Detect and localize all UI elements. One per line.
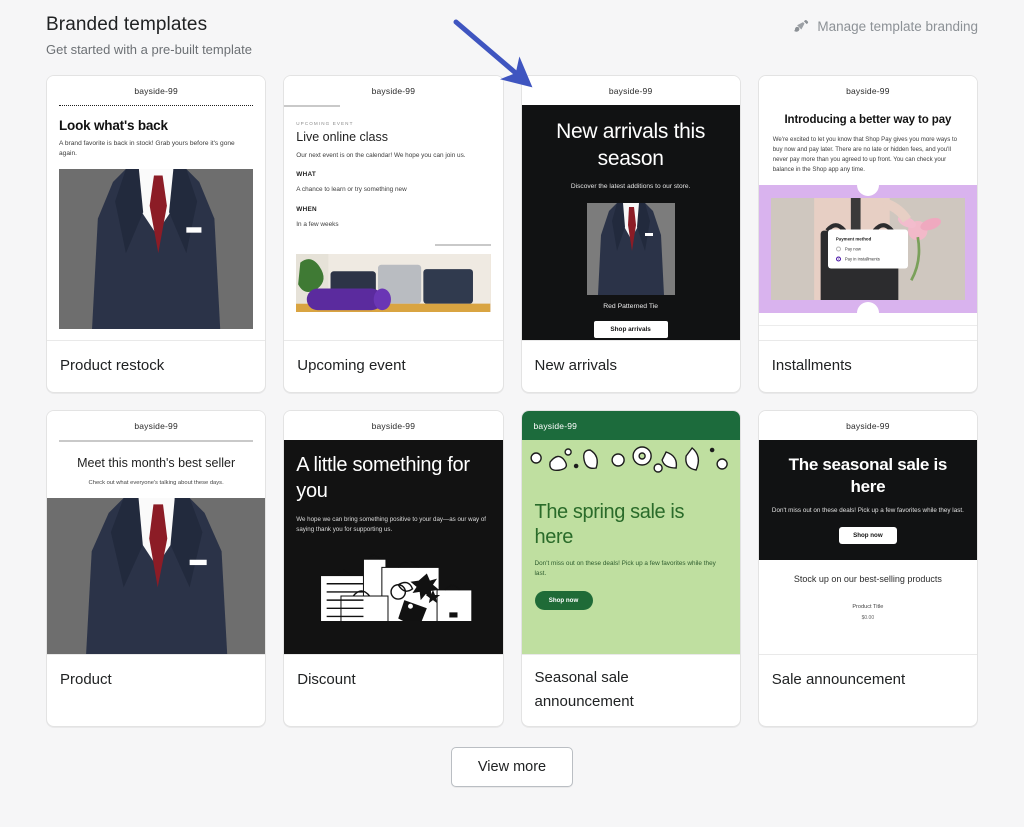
- shop-now-button[interactable]: Shop now: [535, 591, 593, 610]
- page-header: Branded templates Get started with a pre…: [46, 0, 978, 57]
- template-label: Product: [47, 654, 265, 706]
- brand-name: bayside-99: [284, 411, 502, 440]
- template-heading: A little something for you: [296, 452, 490, 504]
- template-card-product[interactable]: bayside-99 Meet this month's best seller…: [46, 410, 266, 727]
- template-card-seasonal-sale-announcement[interactable]: bayside-99: [521, 410, 741, 727]
- what-value: A chance to learn or try something new: [284, 178, 502, 195]
- template-card-installments[interactable]: bayside-99 Introducing a better way to p…: [758, 75, 978, 393]
- template-heading: Live online class: [284, 126, 502, 144]
- branded-templates-page: Branded templates Get started with a pre…: [0, 0, 1024, 827]
- product-price: $0.00: [759, 610, 977, 621]
- product-caption: Red Patterned Tie: [532, 303, 730, 310]
- template-label: Seasonal sale announcement: [522, 654, 740, 726]
- payment-option-pay-in-installments[interactable]: Pay in installments: [836, 257, 900, 262]
- brand-name: bayside-99: [284, 76, 502, 105]
- scallop-notch-top: [857, 185, 879, 196]
- purple-panel: Payment method Pay now Pay in installmen…: [759, 185, 977, 313]
- shop-now-button[interactable]: Shop now: [839, 527, 897, 544]
- floral-top-decoration: [522, 444, 740, 480]
- lifestyle-photo: Payment method Pay now Pay in installmen…: [771, 198, 965, 300]
- template-card-new-arrivals[interactable]: bayside-99 New arrivals this season Disc…: [521, 75, 741, 393]
- footer-divider: [759, 325, 977, 326]
- cushions-photo: [296, 254, 490, 312]
- template-heading: The spring sale is here: [522, 500, 740, 549]
- shop-arrivals-button[interactable]: Shop arrivals: [594, 321, 668, 338]
- template-preview: bayside-99: [522, 411, 740, 654]
- template-card-discount[interactable]: bayside-99 A little something for you We…: [283, 410, 503, 727]
- template-heading: New arrivals this season: [532, 119, 730, 173]
- template-body: We hope we can bring something positive …: [296, 515, 490, 535]
- product-photo: [587, 203, 675, 295]
- template-card-sale-announcement[interactable]: bayside-99 The seasonal sale is here Don…: [758, 410, 978, 727]
- template-body: Discover the latest additions to our sto…: [532, 183, 730, 190]
- divider-rule: [59, 440, 253, 441]
- paint-brush-icon: [793, 18, 810, 35]
- template-preview: bayside-99 Meet this month's best seller…: [47, 411, 265, 654]
- template-heading: Introducing a better way to pay: [759, 105, 977, 126]
- radio-selected-icon: [836, 257, 841, 262]
- payment-method-card: Payment method Pay now Pay in installmen…: [828, 230, 908, 269]
- template-preview: bayside-99 UPCOMING EVENT Live online cl…: [284, 76, 502, 340]
- template-preview: bayside-99 Introducing a better way to p…: [759, 76, 977, 340]
- template-heading: The seasonal sale is here: [771, 454, 965, 497]
- brand-name: bayside-99: [522, 76, 740, 105]
- template-label: Sale announcement: [759, 654, 977, 706]
- page-subtitle: Get started with a pre-built template: [46, 42, 252, 57]
- header-text-group: Branded templates Get started with a pre…: [46, 14, 252, 57]
- template-subheading: Stock up on our best-selling products: [759, 560, 977, 586]
- template-preview: bayside-99 A little something for you We…: [284, 411, 502, 654]
- payment-card-title: Payment method: [836, 237, 900, 242]
- template-body: We're excited to let you know that Shop …: [759, 126, 977, 174]
- payment-option-pay-now[interactable]: Pay now: [836, 247, 900, 252]
- manage-template-branding-link[interactable]: Manage template branding: [793, 14, 978, 35]
- template-body: A brand favorite is back in stock! Grab …: [47, 133, 265, 159]
- brand-name: bayside-99: [759, 411, 977, 440]
- page-title: Branded templates: [46, 14, 252, 36]
- template-label: New arrivals: [522, 340, 740, 392]
- template-heading: Meet this month's best seller: [47, 455, 265, 471]
- template-preview: bayside-99 The seasonal sale is here Don…: [759, 411, 977, 654]
- view-more-button[interactable]: View more: [451, 747, 573, 787]
- floral-bottom-decoration: [522, 649, 740, 654]
- right-rule: [435, 244, 491, 246]
- templates-grid: bayside-99 Look what's back A brand favo…: [46, 75, 978, 727]
- template-label: Product restock: [47, 340, 265, 392]
- template-heading: Look what's back: [47, 118, 265, 133]
- brand-name: bayside-99: [522, 411, 740, 440]
- template-preview: bayside-99 Look what's back A brand favo…: [47, 76, 265, 340]
- template-preview: bayside-99 New arrivals this season Disc…: [522, 76, 740, 340]
- green-panel: The spring sale is here Don't miss out o…: [522, 440, 740, 654]
- scallop-notch-bottom: [857, 302, 879, 313]
- brand-name: bayside-99: [47, 411, 265, 440]
- brand-name: bayside-99: [759, 76, 977, 105]
- dotted-divider: [59, 105, 253, 106]
- brand-name: bayside-99: [47, 76, 265, 105]
- when-label: WHEN: [284, 196, 502, 213]
- payment-option-label: Pay in installments: [845, 257, 880, 262]
- template-label: Installments: [759, 340, 977, 392]
- suit-photo: [59, 169, 253, 329]
- shopping-bags-illustration: [296, 549, 490, 621]
- suit-photo: [47, 498, 265, 654]
- what-label: WHAT: [284, 161, 502, 178]
- when-value: In a few weeks: [284, 213, 502, 230]
- product-title: Product Title: [759, 586, 977, 610]
- template-body: Check out what everyone's talking about …: [47, 471, 265, 486]
- left-rule: [284, 105, 340, 107]
- dark-panel: New arrivals this season Discover the la…: [522, 105, 740, 340]
- template-body: Our next event is on the calendar! We ho…: [284, 144, 502, 161]
- radio-unselected-icon: [836, 247, 841, 252]
- template-card-upcoming-event[interactable]: bayside-99 UPCOMING EVENT Live online cl…: [283, 75, 503, 393]
- template-card-product-restock[interactable]: bayside-99 Look what's back A brand favo…: [46, 75, 266, 393]
- template-label: Upcoming event: [284, 340, 502, 392]
- dark-panel: A little something for you We hope we ca…: [284, 440, 502, 654]
- payment-option-label: Pay now: [845, 247, 861, 252]
- template-label: Discount: [284, 654, 502, 706]
- manage-template-branding-label: Manage template branding: [817, 19, 978, 34]
- template-body: Don't miss out on these deals! Pick up a…: [522, 549, 740, 580]
- dark-panel: The seasonal sale is here Don't miss out…: [759, 440, 977, 560]
- footer: View more: [46, 747, 978, 787]
- template-body: Don't miss out on these deals! Pick up a…: [771, 506, 965, 516]
